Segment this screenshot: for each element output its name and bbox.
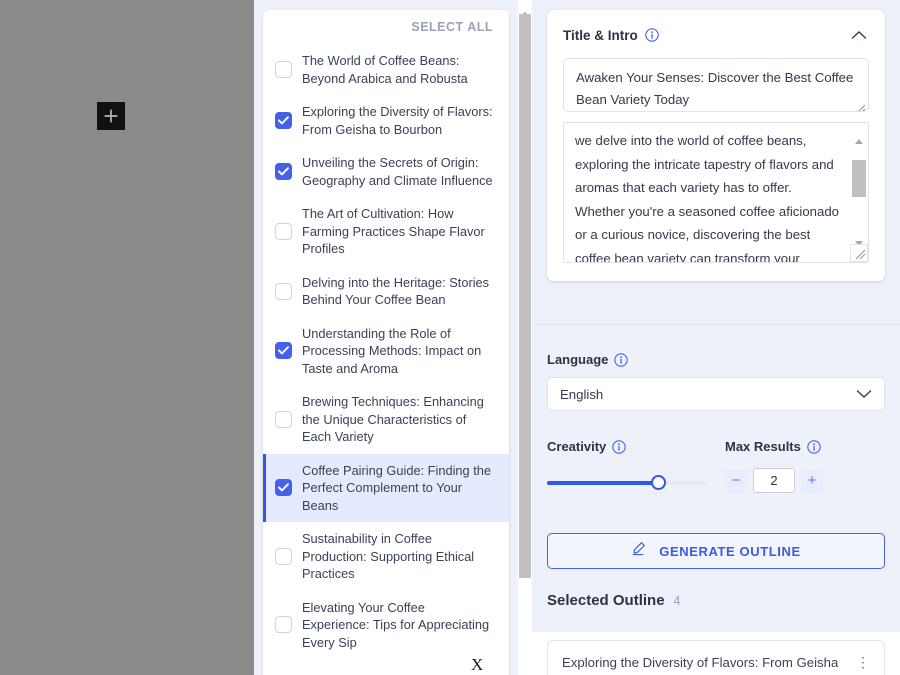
max-results-label-row: Max Results xyxy=(725,439,823,454)
checkbox[interactable] xyxy=(275,410,292,428)
page-scrollbar-thumb[interactable] xyxy=(519,14,531,578)
list-item-label: Coffee Pairing Guide: Finding the Perfec… xyxy=(302,462,491,513)
right-panel: Title & Intro Awaken Your Senses: Discov… xyxy=(532,0,900,675)
list-item[interactable]: Unveiling the Secrets of Origin: Geograp… xyxy=(263,146,509,197)
list-item-label: Exploring the Diversity of Flavors: From… xyxy=(302,104,493,137)
checkbox[interactable] xyxy=(275,547,292,565)
language-select-value: English xyxy=(560,386,604,402)
list-item-label: The World of Coffee Beans: Beyond Arabic… xyxy=(302,53,468,86)
plus-icon xyxy=(103,108,119,124)
max-results-group: Max Results − 2 + xyxy=(725,439,823,493)
list-item-label: The Art of Cultivation: How Farming Prac… xyxy=(302,206,485,256)
more-vertical-icon[interactable]: ⋮ xyxy=(856,655,870,669)
page-scrollbar[interactable] xyxy=(518,0,532,675)
chevron-down-icon xyxy=(856,387,872,402)
info-icon[interactable] xyxy=(807,439,821,454)
scroll-up-arrow-icon[interactable] xyxy=(854,132,864,150)
settings-section: Language English Creativity Max Results … xyxy=(547,352,885,493)
language-label: Language xyxy=(547,352,609,367)
selected-outline-list: Exploring the Diversity of Flavors: From… xyxy=(532,632,900,675)
creativity-label-row: Creativity xyxy=(547,439,725,454)
creativity-slider[interactable] xyxy=(547,475,725,490)
decrement-button[interactable]: − xyxy=(725,468,747,493)
checkbox[interactable] xyxy=(275,479,292,497)
selected-outline-header: Selected Outline 4 xyxy=(547,592,681,609)
checkbox[interactable] xyxy=(275,222,292,240)
intro-textarea[interactable]: we delve into the world of coffee beans,… xyxy=(563,122,869,263)
increment-button[interactable]: + xyxy=(801,468,823,493)
list-item-label: Understanding the Role of Processing Met… xyxy=(302,325,482,376)
chevron-up-icon[interactable] xyxy=(849,28,869,42)
outline-list-card: SELECT ALL The World of Coffee Beans: Be… xyxy=(263,10,509,675)
add-button[interactable] xyxy=(97,102,125,130)
generate-outline-label: GENERATE OUTLINE xyxy=(659,543,801,559)
title-intro-header: Title & Intro xyxy=(563,24,869,46)
modal-overlay xyxy=(0,0,254,675)
max-results-value[interactable]: 2 xyxy=(753,468,795,493)
list-item[interactable]: The Art of Cultivation: How Farming Prac… xyxy=(263,197,509,266)
intro-scrollbar[interactable] xyxy=(851,124,867,261)
generate-outline-button[interactable]: GENERATE OUTLINE xyxy=(547,533,885,569)
slider-knob[interactable] xyxy=(651,475,666,490)
info-icon[interactable] xyxy=(612,439,626,454)
selected-outline-count: 4 xyxy=(673,594,681,608)
title-input[interactable]: Awaken Your Senses: Discover the Best Co… xyxy=(563,58,869,112)
info-icon[interactable] xyxy=(614,352,629,367)
checkbox[interactable] xyxy=(275,163,292,180)
checkbox[interactable] xyxy=(275,342,292,360)
creativity-label: Creativity xyxy=(547,439,607,454)
language-select[interactable]: English xyxy=(547,377,885,411)
title-intro-heading: Title & Intro xyxy=(563,27,638,43)
list-item-label: Elevating Your Coffee Experience: Tips f… xyxy=(302,599,490,650)
selected-outline-item-text: Exploring the Diversity of Flavors: From… xyxy=(562,654,839,670)
selected-outline-item[interactable]: Exploring the Diversity of Flavors: From… xyxy=(547,640,885,675)
list-item-label: Brewing Techniques: Enhancing the Unique… xyxy=(302,394,484,444)
max-results-stepper: − 2 + xyxy=(725,468,823,493)
resize-grip-icon[interactable] xyxy=(854,98,866,111)
title-input-value: Awaken Your Senses: Discover the Best Co… xyxy=(576,70,854,107)
checkbox[interactable] xyxy=(275,282,292,300)
select-all-button[interactable]: SELECT ALL xyxy=(411,20,493,34)
intro-scrollbar-thumb[interactable] xyxy=(852,160,866,197)
language-label-row: Language xyxy=(547,352,885,367)
outline-list-column: SELECT ALL The World of Coffee Beans: Be… xyxy=(254,0,538,675)
selected-outline-heading: Selected Outline xyxy=(547,592,665,609)
creativity-group: Creativity xyxy=(547,439,725,493)
select-all-row: SELECT ALL xyxy=(263,10,509,44)
info-icon[interactable] xyxy=(645,28,659,42)
outline-options: The World of Coffee Beans: Beyond Arabic… xyxy=(263,44,509,659)
list-item[interactable]: Understanding the Role of Processing Met… xyxy=(263,317,509,386)
slider-fill xyxy=(547,481,659,485)
intro-resize-grip-icon[interactable] xyxy=(850,244,868,262)
list-item[interactable]: The World of Coffee Beans: Beyond Arabic… xyxy=(263,44,509,95)
app-root: SELECT ALL The World of Coffee Beans: Be… xyxy=(0,0,900,675)
list-item-label: Unveiling the Secrets of Origin: Geograp… xyxy=(302,155,493,188)
list-item[interactable]: Brewing Techniques: Enhancing the Unique… xyxy=(263,385,509,454)
list-item-label: Delving into the Heritage: Stories Behin… xyxy=(302,274,490,308)
intro-textarea-value: we delve into the world of coffee beans,… xyxy=(575,133,840,263)
list-item[interactable]: Exploring the Diversity of Flavors: From… xyxy=(263,95,509,146)
pencil-icon xyxy=(631,541,646,561)
title-intro-card: Title & Intro Awaken Your Senses: Discov… xyxy=(547,10,885,281)
max-results-label: Max Results xyxy=(725,439,801,454)
checkbox[interactable] xyxy=(275,61,292,78)
section-divider xyxy=(532,324,900,325)
list-item[interactable]: Sustainability in Coffee Production: Sup… xyxy=(263,522,509,591)
list-item-label: Sustainability in Coffee Production: Sup… xyxy=(302,531,475,581)
list-item[interactable]: Elevating Your Coffee Experience: Tips f… xyxy=(263,591,509,660)
checkbox[interactable] xyxy=(275,112,292,129)
list-item[interactable]: Delving into the Heritage: Stories Behin… xyxy=(263,266,509,317)
footer-mark: X xyxy=(471,655,484,674)
creativity-maxresults-row: Creativity Max Results − 2 + xyxy=(547,439,885,493)
list-item[interactable]: Coffee Pairing Guide: Finding the Perfec… xyxy=(263,453,509,522)
checkbox[interactable] xyxy=(275,616,292,634)
